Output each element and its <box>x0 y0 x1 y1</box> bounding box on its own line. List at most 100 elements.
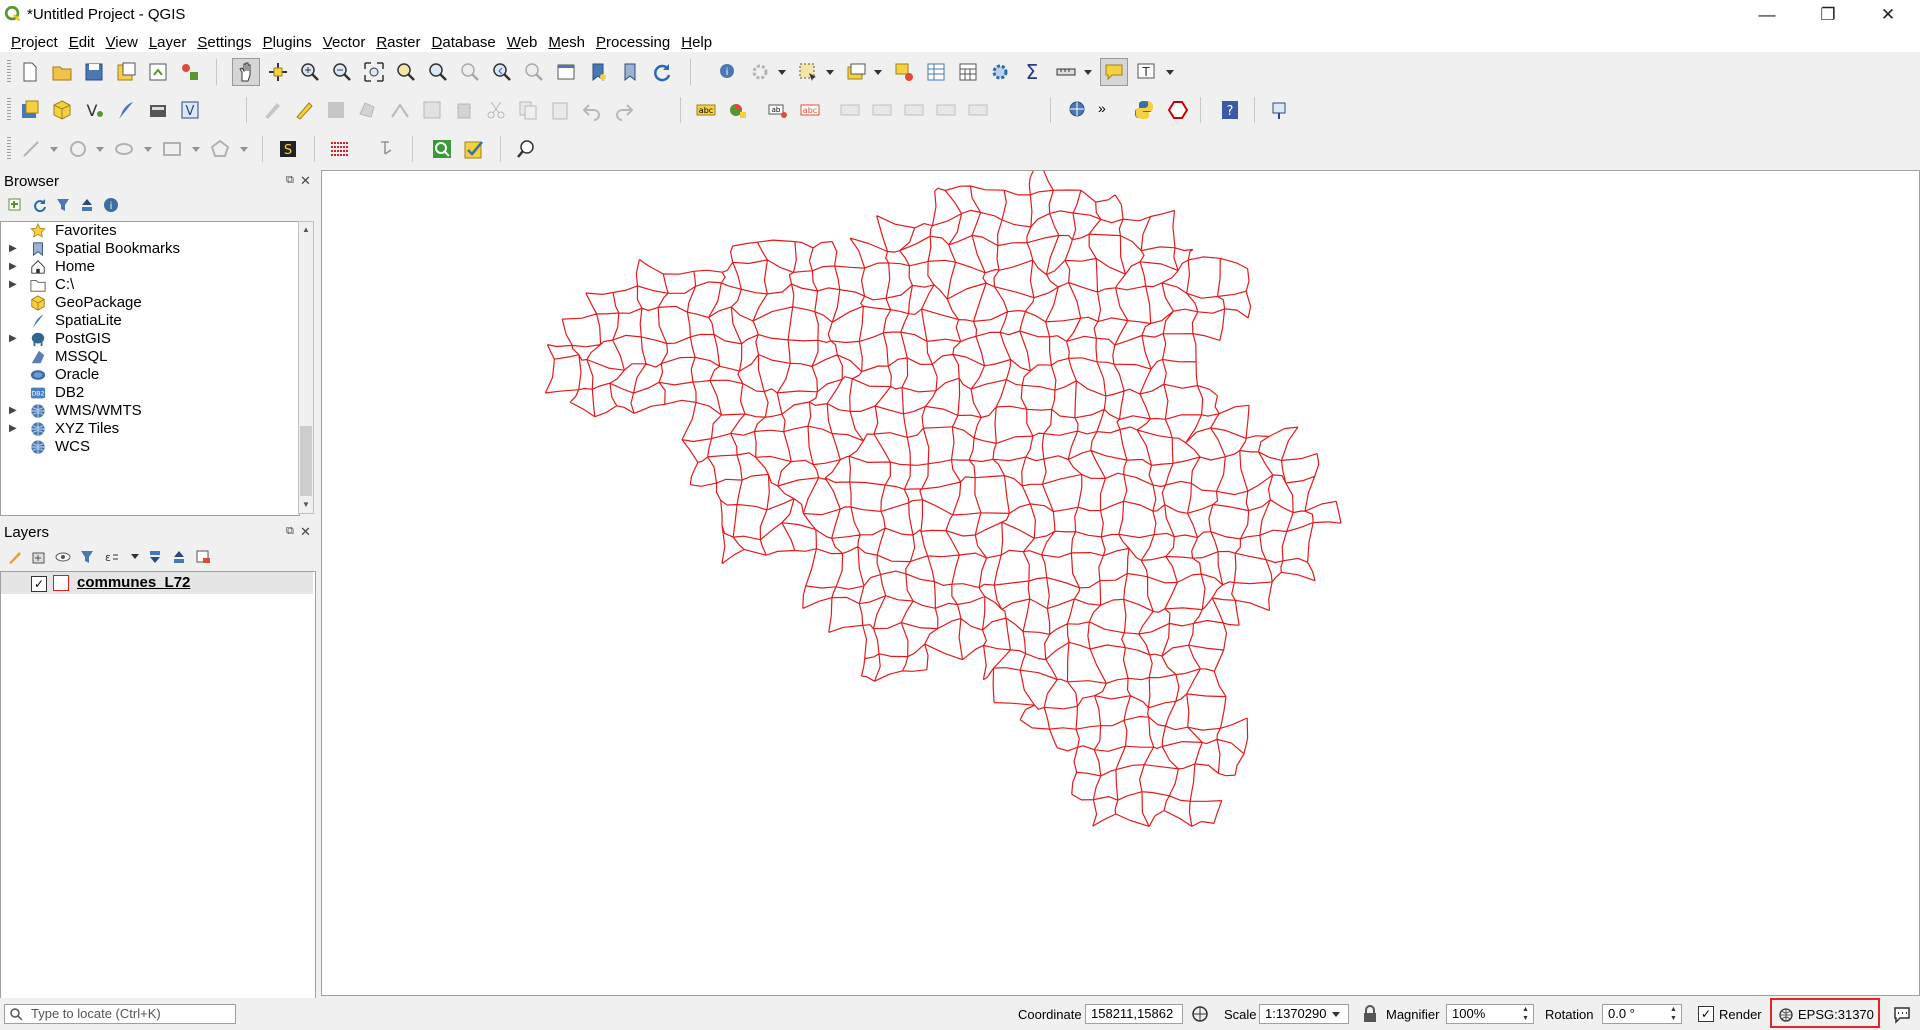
add-regular-polygon-button[interactable] <box>206 135 234 163</box>
delete-selected-button[interactable] <box>450 96 478 124</box>
menu-help[interactable]: Help <box>676 31 718 52</box>
browser-item-wms-wmts[interactable]: ▶ WMS/WMTS <box>1 402 291 420</box>
data-source-manager-button[interactable] <box>16 96 44 124</box>
browser-item-postgis[interactable]: ▶ PostGIS <box>1 330 291 348</box>
expand-all-icon[interactable] <box>147 549 163 565</box>
check-geometry-button[interactable] <box>460 135 488 163</box>
magnifier-spin-arrows[interactable]: ▲ ▼ <box>1522 1005 1529 1023</box>
add-circle-button[interactable] <box>64 135 92 163</box>
add-ellipse-button[interactable] <box>110 135 138 163</box>
help-contents-button[interactable]: ? <box>1216 96 1244 124</box>
expand-arrow-icon[interactable]: ▶ <box>9 402 17 420</box>
add-group-icon[interactable] <box>31 549 47 565</box>
current-edits-button[interactable] <box>258 96 286 124</box>
plugin-tool-button[interactable] <box>1266 96 1294 124</box>
processing-toolbox-button[interactable] <box>986 58 1014 86</box>
locate-button[interactable] <box>512 135 540 163</box>
expand-arrow-icon[interactable]: ▶ <box>9 420 17 438</box>
zoom-full-button[interactable] <box>360 58 388 86</box>
rotate-label-button[interactable] <box>868 96 896 124</box>
minimize-button[interactable]: — <box>1744 0 1790 29</box>
layer-row-communes[interactable]: ✓ communes_L72 <box>1 572 313 594</box>
menu-database[interactable]: Database <box>427 31 502 52</box>
browser-item-mssql[interactable]: MSSQL <box>1 348 291 366</box>
menu-vector[interactable]: Vector <box>318 31 372 52</box>
menu-view[interactable]: View <box>101 31 144 52</box>
map-canvas[interactable] <box>321 166 1920 996</box>
undo-button[interactable] <box>578 96 606 124</box>
filter-browser-icon[interactable] <box>55 197 71 213</box>
browser-item-geopackage[interactable]: GeoPackage <box>1 294 291 312</box>
field-calculator-button[interactable] <box>954 58 982 86</box>
browser-item-home[interactable]: ▶ Home <box>1 258 291 276</box>
style-manager-button[interactable] <box>176 58 204 86</box>
zoom-refresh-button[interactable] <box>428 135 456 163</box>
layer-visibility-checkbox[interactable]: ✓ <box>31 576 47 592</box>
browser-item-c[interactable]: ▶ C:\ <box>1 276 291 294</box>
filter-expression-icon[interactable]: ε <box>103 549 119 565</box>
pin-labels-button[interactable]: ab <box>764 96 792 124</box>
menu-edit[interactable]: Edit <box>64 31 101 52</box>
browser-scrollbar[interactable]: ▲ ▼ <box>298 221 314 514</box>
add-virtual-layer-button[interactable]: V <box>176 96 204 124</box>
restore-button[interactable]: ❐ <box>1805 0 1851 29</box>
layers-close-button[interactable]: ✕ <box>300 524 311 540</box>
messages-icon[interactable] <box>1892 1004 1912 1024</box>
menu-mesh[interactable]: Mesh <box>543 31 591 52</box>
add-spatialite-layer-button[interactable] <box>112 96 140 124</box>
grid-tool-button[interactable] <box>326 135 354 163</box>
digitize-segment-button[interactable] <box>18 135 46 163</box>
layer-styling-icon[interactable] <box>7 549 23 565</box>
coordinate-field[interactable]: 158211,15862 <box>1085 1004 1183 1024</box>
redo-button[interactable] <box>610 96 638 124</box>
save-edits-button[interactable] <box>322 96 350 124</box>
communes-map[interactable] <box>322 166 1919 995</box>
save-project-button[interactable] <box>80 58 108 86</box>
unpinned-labels-button[interactable] <box>964 96 992 124</box>
lock-icon[interactable] <box>1362 1005 1378 1023</box>
expand-arrow-icon[interactable]: ▶ <box>9 258 17 276</box>
menu-plugins[interactable]: Plugins <box>258 31 318 52</box>
pan-to-selection-button[interactable] <box>264 58 292 86</box>
menu-settings[interactable]: Settings <box>192 31 257 52</box>
browser-close-button[interactable]: ✕ <box>300 173 311 189</box>
change-label-button[interactable] <box>900 96 928 124</box>
statistical-summary-button[interactable]: Σ <box>1018 58 1046 86</box>
new-bookmark-button[interactable] <box>584 58 612 86</box>
pan-map-button[interactable] <box>232 58 260 86</box>
measure-line-button[interactable] <box>1052 58 1080 86</box>
paste-features-button[interactable] <box>546 96 574 124</box>
info-icon[interactable]: i <box>103 197 119 213</box>
browser-item-spatialite[interactable]: SpatiaLite <box>1 312 291 330</box>
browser-item-db2[interactable]: DB2 DB2 <box>1 384 291 402</box>
expand-arrow-icon[interactable]: ▶ <box>9 240 17 258</box>
close-button[interactable]: ✕ <box>1865 0 1911 29</box>
actions-button[interactable] <box>746 58 774 86</box>
expand-arrow-icon[interactable]: ▶ <box>9 276 17 294</box>
show-bookmarks-button[interactable] <box>616 58 644 86</box>
print-layout-button[interactable] <box>144 58 172 86</box>
rotation-spin-arrows[interactable]: ▲ ▼ <box>1670 1005 1677 1023</box>
add-vector-layer-button[interactable]: V <box>80 96 108 124</box>
refresh-browser-icon[interactable] <box>31 197 47 213</box>
menu-processing[interactable]: Processing <box>591 31 676 52</box>
toolbar-overflow-icon[interactable]: » <box>1098 100 1106 116</box>
layer-diagram-button[interactable] <box>724 96 752 124</box>
expand-arrow-icon[interactable]: ▶ <box>9 330 17 348</box>
layers-float-button[interactable]: ⧉ <box>286 525 294 538</box>
text-annotation-button[interactable]: T <box>1132 58 1160 86</box>
zoom-in-button[interactable] <box>296 58 324 86</box>
remove-layer-icon[interactable] <box>195 549 211 565</box>
browser-item-oracle[interactable]: Oracle <box>1 366 291 384</box>
zoom-next-button[interactable] <box>520 58 548 86</box>
metasearch-button[interactable] <box>1064 96 1092 124</box>
copy-features-button[interactable] <box>514 96 542 124</box>
crs-button[interactable]: EPSG:31370 <box>1770 998 1880 1028</box>
add-selected-layers-icon[interactable] <box>7 197 23 213</box>
cursor-tool-button[interactable] <box>374 135 402 163</box>
render-checkbox[interactable]: ✓ <box>1698 1006 1714 1022</box>
cut-features-button[interactable] <box>482 96 510 124</box>
menu-web[interactable]: Web <box>502 31 544 52</box>
vertex-tool-button[interactable] <box>386 96 414 124</box>
browser-item-xyz-tiles[interactable]: ▶ XYZ Tiles <box>1 420 291 438</box>
